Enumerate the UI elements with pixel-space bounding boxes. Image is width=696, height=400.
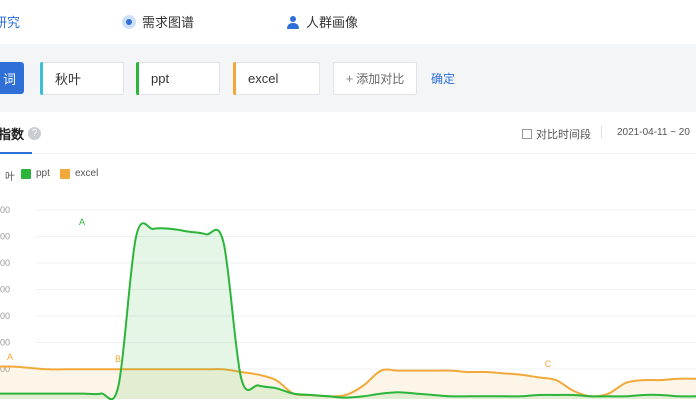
nav-tab-research[interactable]: 研究	[0, 12, 20, 31]
add-compare-label: 添加对比	[356, 72, 405, 86]
chart-title: 指数 ?	[0, 124, 42, 143]
y-tick-label: 00	[0, 311, 10, 321]
keyword-2-text: ppt	[151, 71, 170, 86]
nav-tab-crowd-profile-label: 人群画像	[306, 15, 359, 30]
keyword-1-text: 秋叶	[55, 72, 82, 87]
legend-label: excel	[75, 168, 99, 179]
keyword-color-bar	[136, 62, 139, 95]
legend-swatch	[21, 168, 31, 179]
keyword-field-1[interactable]: 秋叶	[40, 62, 124, 95]
trend-chart[interactable]: 00000000000000AA B C	[0, 190, 696, 400]
confirm-button[interactable]: 确定	[431, 70, 455, 87]
keyword-field-2[interactable]: ppt	[136, 62, 220, 95]
compare-period-toggle[interactable]: 对比时间段	[522, 126, 591, 142]
nav-tab-research-label: 研究	[0, 15, 21, 30]
keyword-color-bar	[40, 62, 43, 95]
nav-tab-demand-graph-label: 需求图谱	[142, 15, 195, 30]
active-tab-underline	[0, 152, 32, 154]
y-tick-label: 00	[0, 338, 10, 348]
nav-tab-demand-graph[interactable]: 需求图谱	[122, 12, 194, 31]
legend-item[interactable]: ppt	[21, 168, 50, 179]
annotation-marker: B	[115, 354, 121, 364]
legend-label: ppt	[36, 168, 50, 179]
annotation-marker: A	[7, 352, 13, 362]
checkbox[interactable]	[522, 129, 532, 139]
y-tick-label: 00	[0, 258, 10, 268]
legend-swatch	[60, 168, 70, 179]
primary-keyword-button[interactable]: 词	[0, 62, 24, 94]
annotation-marker: C	[545, 359, 552, 369]
primary-keyword-label: 词	[2, 71, 16, 87]
keyword-3-text: excel	[248, 71, 279, 86]
legend-label: 叶	[5, 172, 15, 183]
legend-item[interactable]: 叶	[0, 168, 15, 183]
nav-tab-crowd-profile[interactable]: 人群画像	[286, 12, 358, 31]
y-tick-label: 00	[0, 205, 10, 215]
chart-title-text: 指数	[0, 127, 25, 142]
user-icon	[286, 15, 300, 29]
add-compare-button[interactable]: + 添加对比	[333, 62, 417, 95]
legend-item[interactable]: excel	[60, 168, 98, 179]
date-range-picker[interactable]: 2021-04-11 ~ 20	[617, 127, 690, 138]
y-tick-label: 00	[0, 285, 10, 295]
keyword-compare-bar: 词 秋叶 ppt excel + 添加对比 确定	[0, 44, 696, 112]
plus-icon: +	[345, 71, 354, 86]
keyword-field-3[interactable]: excel	[233, 62, 320, 95]
y-tick-label: 00	[0, 232, 10, 242]
annotation-marker: A	[79, 217, 85, 227]
help-icon[interactable]: ?	[28, 127, 42, 140]
chart-header: 指数 ? 对比时间段 2021-04-11 ~ 20	[0, 112, 696, 154]
top-nav: 研究 需求图谱 人群画像	[0, 0, 696, 44]
compare-period-label: 对比时间段	[536, 129, 591, 141]
keyword-color-bar	[233, 62, 236, 95]
divider	[601, 126, 602, 138]
radar-icon	[122, 14, 136, 29]
